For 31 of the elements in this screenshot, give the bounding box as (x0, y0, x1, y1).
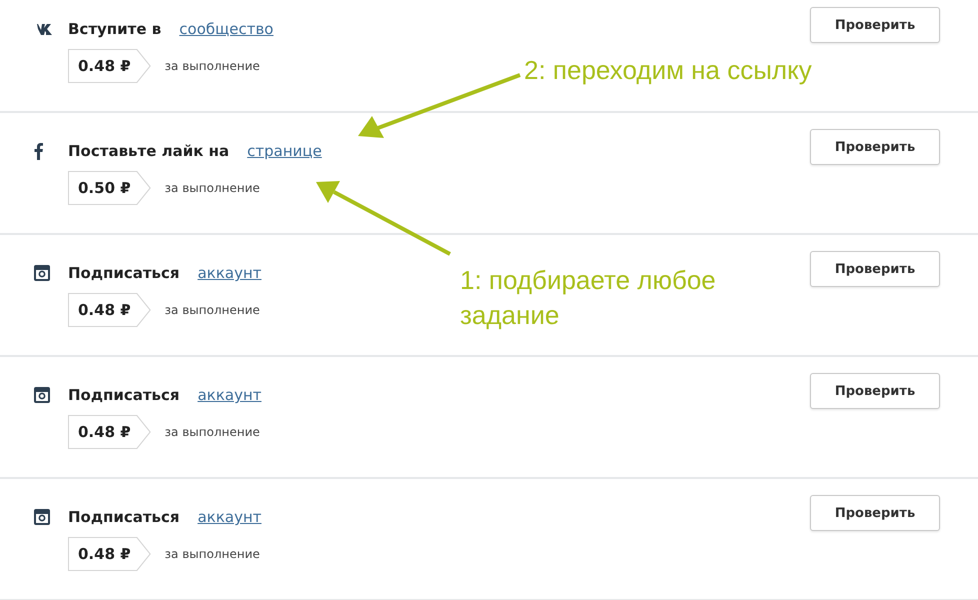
task-title: Поставьте лайк на (68, 142, 230, 160)
reward-note: за выполнение (164, 425, 260, 439)
task-link[interactable]: аккаунт (198, 508, 262, 526)
camera-icon (34, 265, 50, 281)
reward-note: за выполнение (164, 547, 260, 561)
check-button[interactable]: Проверить (810, 7, 940, 43)
check-button[interactable]: Проверить (810, 495, 940, 531)
price-tag: 0.50 ₽ (68, 171, 151, 205)
annotation-text: 2: переходим на ссылку (524, 54, 812, 87)
task-link[interactable]: сообщество (179, 20, 274, 38)
facebook-logo-icon (34, 142, 43, 160)
reward-note: за выполнение (164, 303, 260, 317)
task-link[interactable]: аккаунт (198, 264, 262, 282)
price-tag: 0.48 ₽ (68, 415, 151, 449)
check-button[interactable]: Проверить (810, 129, 940, 165)
annotation-text: 1: подбираете любое задание (460, 264, 717, 332)
check-button[interactable]: Проверить (810, 373, 940, 409)
price-tag: 0.48 ₽ (68, 49, 151, 83)
camera-icon (34, 509, 50, 525)
task-link[interactable]: аккаунт (198, 386, 262, 404)
task-title: Подписаться (68, 508, 180, 526)
check-button[interactable]: Проверить (810, 251, 940, 287)
task-title: Подписаться (68, 264, 180, 282)
price-tag: 0.48 ₽ (68, 293, 151, 327)
price-tag: 0.48 ₽ (68, 537, 151, 571)
camera-icon (34, 387, 50, 403)
reward-note: за выполнение (164, 181, 260, 195)
task-link[interactable]: странице (247, 142, 322, 160)
task-title: Подписаться (68, 386, 180, 404)
reward-note: за выполнение (164, 59, 260, 73)
task-title: Вступите в (68, 20, 162, 38)
